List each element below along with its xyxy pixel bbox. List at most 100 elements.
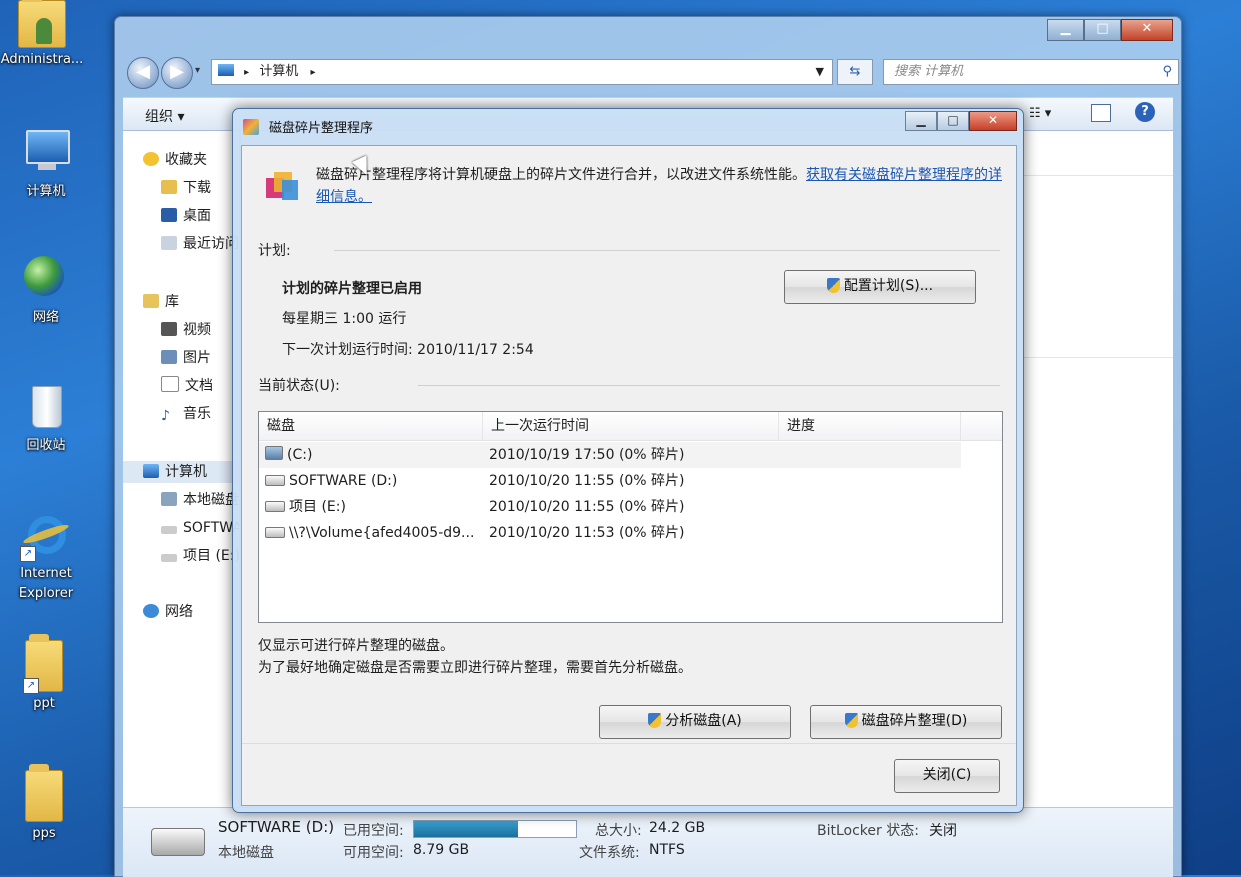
drive-icon (161, 526, 177, 534)
desktop-icon-internet-explorer[interactable]: ↗ Internet Explorer (0, 512, 94, 604)
disk-list-header: 磁盘 上一次运行时间 进度 (259, 412, 1002, 441)
column-progress[interactable]: 进度 (779, 412, 961, 440)
column-last-run[interactable]: 上一次运行时间 (483, 412, 779, 440)
defrag-large-icon (264, 168, 300, 204)
recent-pages-chevron-icon[interactable]: ▾ (195, 65, 200, 76)
computer-icon (218, 64, 234, 76)
back-button[interactable]: ◀ (127, 57, 159, 89)
button-label: 磁盘碎片整理(D) (861, 713, 968, 729)
disk-row[interactable]: SOFTWARE (D:) 2010/10/20 11:55 (0% 碎片) (259, 468, 1002, 494)
system-drive-icon (161, 492, 177, 506)
nav-pictures[interactable]: 图片 (161, 347, 211, 369)
desktop-icon-label: Administra... (0, 52, 84, 67)
nav-videos[interactable]: 视频 (161, 319, 211, 341)
disk-row[interactable]: (C:) 2010/10/19 17:50 (0% 碎片) (259, 442, 961, 468)
hard-drive-icon (151, 828, 205, 856)
dialog-close-button[interactable]: ✕ (969, 111, 1017, 131)
total-size-value: 24.2 GB (649, 820, 706, 836)
nav-network[interactable]: 网络 (143, 601, 193, 623)
view-options-icon[interactable]: ☷ ▾ (1029, 106, 1051, 121)
close-button[interactable]: ✕ (1121, 19, 1173, 41)
navigation-pane: 收藏夹 下载 桌面 最近访问的位置 库 视频 图片 文档 ♪ 音乐 计算机 本地磁… (123, 131, 239, 807)
desktop-icon-network[interactable]: 网络 (0, 254, 94, 325)
drive-type: 本地磁盘 (218, 845, 274, 861)
document-icon (161, 376, 179, 392)
file-system-value: NTFS (649, 842, 685, 858)
disk-row[interactable]: 项目 (E:) 2010/10/20 11:55 (0% 碎片) (259, 494, 1002, 520)
preview-pane-icon[interactable] (1091, 104, 1111, 122)
nav-recent[interactable]: 最近访问的位置 (161, 233, 239, 255)
network-globe-icon (22, 254, 70, 302)
user-folder-icon (18, 0, 66, 48)
nav-label: 收藏夹 (165, 152, 207, 168)
nav-project-e[interactable]: 项目 (E:) (161, 545, 239, 567)
nav-computer[interactable]: 计算机 (123, 461, 239, 483)
shortcut-arrow-icon: ↗ (23, 678, 39, 694)
disk-list[interactable]: 磁盘 上一次运行时间 进度 (C:) 2010/10/19 17:50 (0% … (258, 411, 1003, 623)
star-icon (143, 152, 159, 166)
column-disk[interactable]: 磁盘 (259, 412, 483, 440)
address-bar[interactable]: ▸ 计算机 ▸ ▼ (211, 59, 833, 85)
nav-local-disk-c[interactable]: 本地磁盘 (C:) (161, 489, 239, 511)
defragment-disk-button[interactable]: 磁盘碎片整理(D) (810, 705, 1002, 739)
used-space-bar (413, 820, 577, 838)
desktop-icon-label: 回收站 (26, 438, 66, 453)
current-status-header: 当前状态(U): (258, 378, 340, 394)
breadcrumb-computer[interactable]: 计算机 (259, 64, 298, 79)
shortcut-arrow-icon: ↗ (20, 546, 36, 562)
free-space-value: 8.79 GB (413, 842, 470, 858)
nav-music[interactable]: ♪ 音乐 (161, 403, 211, 425)
search-icon[interactable]: ⚲ (1162, 60, 1172, 84)
nav-label: 音乐 (183, 406, 211, 422)
dialog-maximize-button[interactable]: □ (937, 111, 969, 131)
internet-explorer-icon: ↗ (20, 512, 70, 562)
desktop-icon-label: Internet Explorer (18, 566, 74, 601)
nav-label: 下载 (183, 180, 211, 196)
dialog-close-button-footer[interactable]: 关闭(C) (894, 759, 1000, 793)
video-icon (161, 322, 177, 336)
desktop-icon-label: pps (32, 826, 56, 841)
disk-row[interactable]: \\?\Volume{afed4005-d9... 2010/10/20 11:… (259, 520, 1002, 546)
uac-shield-icon (844, 713, 858, 728)
last-run-value: 2010/10/19 17:50 (0% 碎片) (489, 447, 685, 463)
dialog-minimize-button[interactable]: ▁ (905, 111, 937, 131)
nav-desktop[interactable]: 桌面 (161, 205, 211, 227)
nav-label: 项目 (E:) (183, 548, 239, 564)
folder-icon: ↗ (23, 634, 63, 694)
nav-software-d[interactable]: SOFTWARE (D:) (161, 517, 239, 539)
intro-description: 磁盘碎片整理程序将计算机硬盘上的碎片文件进行合并，以改进文件系统性能。 (316, 167, 806, 183)
nav-documents[interactable]: 文档 (161, 375, 213, 397)
desktop-icon-pps-folder[interactable]: pps (0, 764, 92, 841)
desktop-icon-ppt-folder[interactable]: ↗ ppt (0, 634, 92, 711)
minimize-button[interactable]: ▁ (1047, 19, 1084, 41)
details-pane: SOFTWARE (D:) 本地磁盘 已用空间: 可用空间: 8.79 GB 总… (123, 807, 1173, 877)
last-run-value: 2010/10/20 11:55 (0% 碎片) (489, 499, 685, 515)
bitlocker-label: BitLocker 状态: (817, 823, 919, 839)
uac-shield-icon (826, 278, 840, 293)
uac-shield-icon (648, 713, 662, 728)
forward-button[interactable]: ▶ (161, 57, 193, 89)
folder-icon (25, 764, 63, 822)
nav-label: 网络 (165, 604, 193, 620)
file-system-label: 文件系统: (579, 845, 640, 861)
nav-favorites[interactable]: 收藏夹 (143, 149, 207, 171)
analyze-disk-button[interactable]: 分析磁盘(A) (599, 705, 791, 739)
address-dropdown-icon[interactable]: ▼ (816, 60, 824, 84)
help-icon[interactable]: ? (1135, 102, 1155, 122)
search-input[interactable]: 搜索 计算机 ⚲ (883, 59, 1179, 85)
schedule-status: 计划的碎片整理已启用 (282, 281, 422, 297)
nav-downloads[interactable]: 下载 (161, 177, 211, 199)
configure-schedule-button[interactable]: 配置计划(S)... (784, 270, 976, 304)
nav-label: 文档 (185, 378, 213, 394)
schedule-time: 每星期三 1:00 运行 (282, 311, 407, 327)
nav-label: 计算机 (165, 464, 207, 480)
organize-menu[interactable]: 组织 ▾ (145, 106, 184, 126)
refresh-button[interactable]: ⇆ (837, 59, 873, 85)
defrag-dialog: 磁盘碎片整理程序 ▁ □ ✕ 磁盘碎片整理程序将计算机硬盘上的碎片文件进行合并，… (232, 108, 1024, 813)
maximize-button[interactable]: □ (1084, 19, 1121, 41)
desktop-icon-recycle-bin[interactable]: 回收站 (0, 382, 94, 453)
desktop-icon-computer[interactable]: 计算机 (0, 128, 94, 199)
desktop-icon-user-folder[interactable]: Administra... (0, 0, 90, 67)
nav-label: 库 (165, 294, 179, 310)
nav-libraries[interactable]: 库 (143, 291, 179, 313)
